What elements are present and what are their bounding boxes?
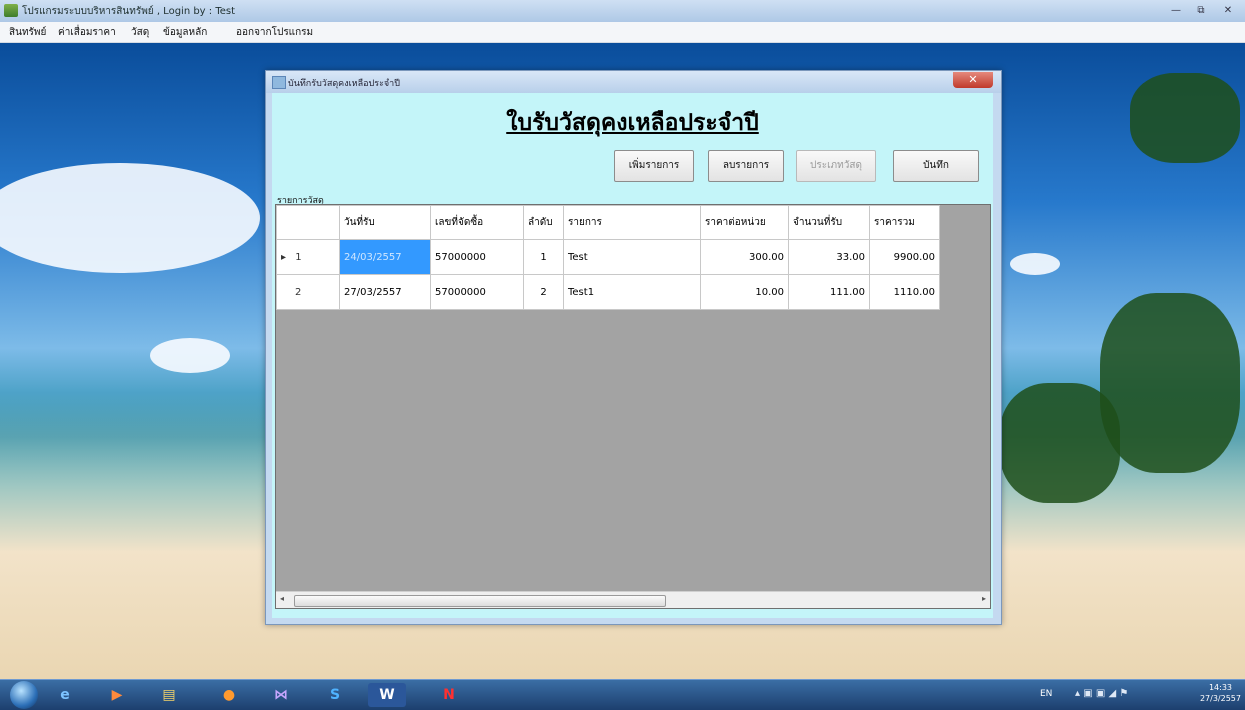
delete-item-button[interactable]: ลบรายการ [708,150,784,182]
form-icon [272,76,286,89]
cloud-shape [150,338,230,373]
restore-button[interactable]: ⧉ [1190,3,1212,18]
column-header[interactable]: จำนวนที่รับ [788,205,870,240]
app-icon [4,4,18,17]
column-header[interactable]: เลขที่จัดซื้อ [430,205,524,240]
current-row-marker-icon: ▸ [281,251,287,263]
clock[interactable]: 14:33 27/3/2557 [1200,682,1241,704]
form-close-button[interactable]: ✕ [953,72,993,88]
media-player-icon[interactable]: ▶ [98,683,136,707]
cell-date[interactable]: 27/03/2557 [339,274,431,310]
visual-studio-icon[interactable]: ⋈ [262,683,300,707]
menu-materials[interactable]: วัสดุ [131,25,149,40]
cell-quantity[interactable]: 111.00 [788,274,870,310]
cell-sequence[interactable]: 1 [523,239,564,275]
cell-total[interactable]: 1110.00 [869,274,940,310]
close-button[interactable]: ✕ [1217,3,1239,18]
tray-icons[interactable]: ▴ ▣ ▣ ◢ ⚑ [1075,688,1128,699]
word-icon[interactable]: W [368,683,406,707]
minimize-button[interactable]: — [1165,3,1187,18]
cloud-shape [0,163,260,273]
language-indicator[interactable]: EN [1040,689,1052,699]
app-titlebar: โปรแกรมระบบบริหารสินทรัพย์ , Login by : … [0,0,1245,23]
add-item-button[interactable]: เพิ่มรายการ [614,150,694,182]
internet-explorer-icon[interactable]: e [46,683,84,707]
table-row[interactable]: 2 27/03/2557 57000000 2 Test1 10.00 111.… [276,274,940,310]
row-number: 1 [295,251,302,263]
palm-tree-shape [1100,293,1240,473]
materials-grid[interactable]: วันที่รับ เลขที่จัดซื้อ ลำดับ รายการ ราค… [275,204,991,609]
menu-master-data[interactable]: ข้อมูลหลัก [163,25,207,40]
form-titlebar: บันทึกรับวัสดุคงเหลือประจำปี ✕ [266,71,1001,93]
table-row[interactable]: ▸ 1 24/03/2557 57000000 1 Test 300.00 33… [276,239,940,275]
start-button[interactable] [10,681,38,709]
row-header-corner [276,205,340,240]
form-title: บันทึกรับวัสดุคงเหลือประจำปี [288,79,400,89]
palm-tree-shape [1000,383,1120,503]
app-n-icon[interactable]: N [430,683,468,707]
firefox-icon[interactable]: ● [210,683,248,707]
table-header-row: วันที่รับ เลขที่จัดซื้อ ลำดับ รายการ ราค… [276,205,940,240]
column-header[interactable]: ราคารวม [869,205,940,240]
cell-unit-price[interactable]: 300.00 [700,239,789,275]
app-title: โปรแกรมระบบบริหารสินทรัพย์ , Login by : … [22,6,236,17]
menu-exit[interactable]: ออกจากโปรแกรม [236,25,313,40]
cell-total[interactable]: 9900.00 [869,239,940,275]
receive-materials-window: บันทึกรับวัสดุคงเหลือประจำปี ✕ ใบรับวัสด… [265,70,1002,625]
cell-po-number[interactable]: 57000000 [430,274,524,310]
cell-item[interactable]: Test [563,239,701,275]
material-type-button[interactable]: ประเภทวัสดุ [796,150,876,182]
scroll-right-icon[interactable]: ▸ [982,594,986,603]
materials-table: วันที่รับ เลขที่จัดซื้อ ลำดับ รายการ ราค… [276,205,940,310]
cell-date[interactable]: 24/03/2557 [339,239,431,275]
cell-sequence[interactable]: 2 [523,274,564,310]
column-header[interactable]: ราคาต่อหน่วย [700,205,789,240]
cell-unit-price[interactable]: 10.00 [700,274,789,310]
column-header[interactable]: รายการ [563,205,701,240]
row-header[interactable]: 2 [276,274,340,310]
palm-tree-shape [1130,73,1240,163]
page-title: ใบรับวัสดุคงเหลือประจำปี [506,110,759,136]
menu-depreciation[interactable]: ค่าเสื่อมราคา [58,25,116,40]
row-number: 2 [295,286,302,298]
scrollbar-thumb[interactable] [294,595,666,607]
cloud-shape [1010,253,1060,275]
taskbar: e ▶ ▤ ● ⋈ S W N EN ▴ ▣ ▣ ◢ ⚑ 14:33 27/3/… [0,679,1245,710]
folder-icon[interactable]: ▤ [150,683,188,707]
row-header[interactable]: ▸ 1 [276,239,340,275]
cell-po-number[interactable]: 57000000 [430,239,524,275]
menu-assets[interactable]: สินทรัพย์ [9,25,46,40]
skype-icon[interactable]: S [316,683,354,707]
scroll-left-icon[interactable]: ◂ [280,594,284,603]
menu-bar: สินทรัพย์ ค่าเสื่อมราคา วัสดุ ข้อมูลหลัก… [0,22,1245,43]
clock-date: 27/3/2557 [1199,694,1241,703]
column-header[interactable]: วันที่รับ [339,205,431,240]
clock-time: 14:33 [1208,683,1233,692]
horizontal-scrollbar[interactable]: ◂ ▸ [276,591,990,608]
cell-item[interactable]: Test1 [563,274,701,310]
cell-quantity[interactable]: 33.00 [788,239,870,275]
save-button[interactable]: บันทึก [893,150,979,182]
column-header[interactable]: ลำดับ [523,205,564,240]
form-body: ใบรับวัสดุคงเหลือประจำปี เพิ่มรายการ ลบร… [272,93,993,618]
